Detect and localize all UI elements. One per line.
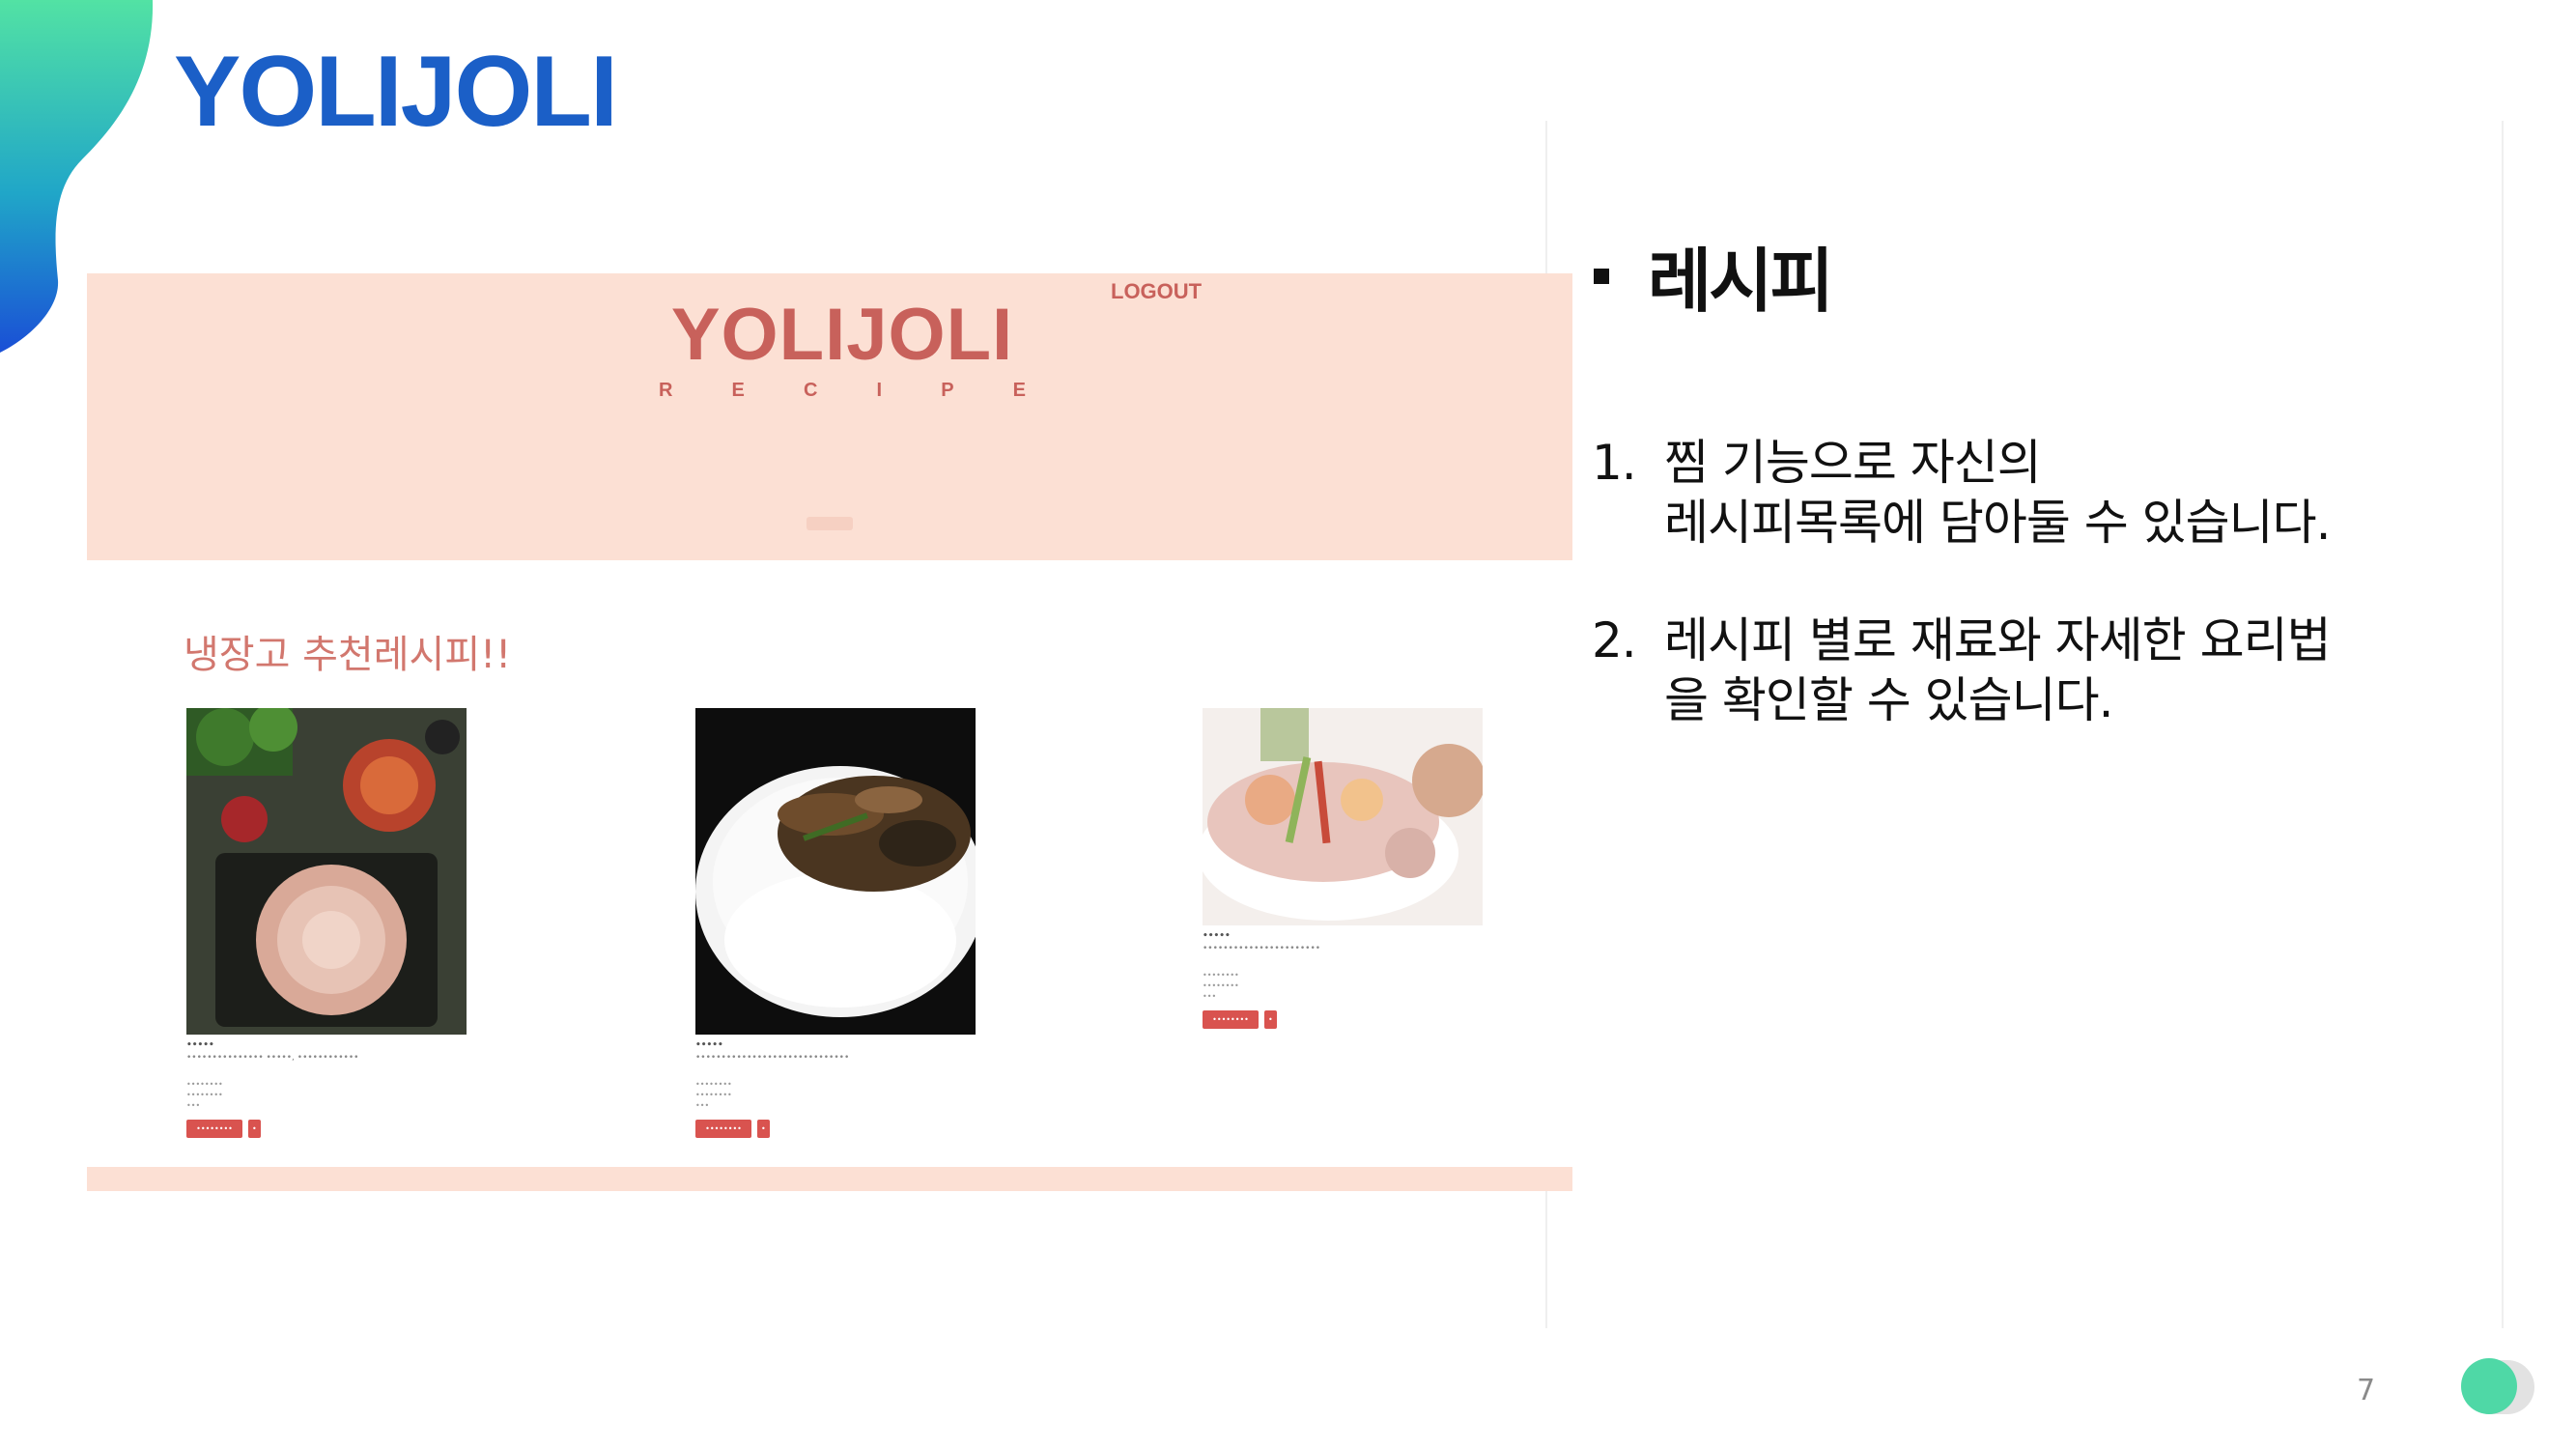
section-heading: 냉장고 추천레시피!!: [184, 633, 512, 677]
recipe-description: •••••••••••••••••••••••: [1203, 944, 1321, 953]
favorite-button[interactable]: •: [757, 1120, 770, 1138]
feature-item: 1. 찜 기능으로 자신의 레시피목록에 담아둘 수 있습니다.: [1592, 433, 2384, 553]
subtitle-letter: I: [876, 380, 883, 401]
site-logo[interactable]: YOLIJOLI: [659, 293, 1026, 377]
favorite-button[interactable]: •: [248, 1120, 261, 1138]
recipe-photo[interactable]: [186, 708, 467, 1035]
recipe-meta: ••••••••: [186, 1080, 223, 1089]
recipe-meta: ••••••••: [1203, 981, 1239, 990]
logout-link[interactable]: LOGOUT: [1111, 279, 1202, 304]
recipe-name: •••••: [186, 1040, 214, 1050]
panel-heading-text: 레시피: [1648, 241, 1834, 322]
site-header: YOLIJOLI R E C I P E LOGOUT: [87, 273, 1572, 560]
recipe-description: ••••••••••••••••••••••••••••••: [695, 1053, 850, 1063]
recipe-card[interactable]: ••••• ••••••••••••••••••••••• •••••••• •…: [1203, 708, 1483, 1029]
feature-number: 2.: [1592, 612, 1637, 668]
recipe-photo[interactable]: [1203, 708, 1483, 925]
website-screenshot: YOLIJOLI R E C I P E LOGOUT 냉장고 추천레시피!!: [87, 273, 1572, 1191]
view-recipe-button[interactable]: ••••••••: [186, 1120, 242, 1138]
recipe-meta: ••••••••: [1203, 971, 1239, 980]
favorite-button[interactable]: •: [1264, 1010, 1277, 1029]
toggle-knob: [2461, 1358, 2517, 1414]
subtitle-letter: E: [731, 380, 745, 401]
slide-title: YOLIJOLI: [174, 36, 618, 148]
feature-text: 레시피 별로 재료와 자세한 요리법 을 확인할 수 있습니다.: [1664, 612, 2332, 728]
recipe-description: ••••••••••••••• •••••, ••••••••••••: [186, 1053, 359, 1063]
recipe-meta: •••: [186, 1101, 201, 1110]
page-number: 7: [2357, 1374, 2376, 1407]
site-logo-subtitle: R E C I P E: [659, 380, 1026, 402]
view-recipe-button[interactable]: ••••••••: [1203, 1010, 1259, 1029]
subtitle-letter: P: [941, 380, 954, 401]
recipe-meta: ••••••••: [695, 1080, 732, 1089]
divider-line: [2502, 121, 2504, 1328]
panel-heading: 레시피: [1594, 224, 1834, 326]
recipe-name: •••••: [695, 1040, 723, 1050]
feature-number: 1.: [1592, 435, 1637, 491]
recipe-meta: •••: [695, 1101, 710, 1110]
subtitle-letter: E: [1012, 380, 1026, 401]
subtitle-letter: R: [659, 380, 673, 401]
menu-toggle[interactable]: [807, 517, 853, 530]
recipe-card[interactable]: ••••• ••••••••••••••• •••••, •••••••••••…: [186, 708, 467, 1138]
feature-list: 1. 찜 기능으로 자신의 레시피목록에 담아둘 수 있습니다. 2. 레시피 …: [1592, 433, 2384, 788]
recipe-meta: ••••••••: [695, 1091, 732, 1099]
site-footer: [87, 1167, 1572, 1191]
subtitle-letter: C: [803, 380, 818, 401]
feature-text: 찜 기능으로 자신의 레시피목록에 담아둘 수 있습니다.: [1664, 435, 2332, 551]
bullet-square-icon: [1594, 269, 1609, 285]
feature-item: 2. 레시피 별로 재료와 자세한 요리법 을 확인할 수 있습니다.: [1592, 611, 2384, 730]
view-recipe-button[interactable]: ••••••••: [695, 1120, 751, 1138]
recipe-name: •••••: [1203, 931, 1231, 941]
recipe-meta: •••: [1203, 992, 1217, 1001]
recipe-meta: ••••••••: [186, 1091, 223, 1099]
recipe-photo[interactable]: [695, 708, 976, 1035]
recipe-card[interactable]: ••••• •••••••••••••••••••••••••••••• •••…: [695, 708, 976, 1138]
